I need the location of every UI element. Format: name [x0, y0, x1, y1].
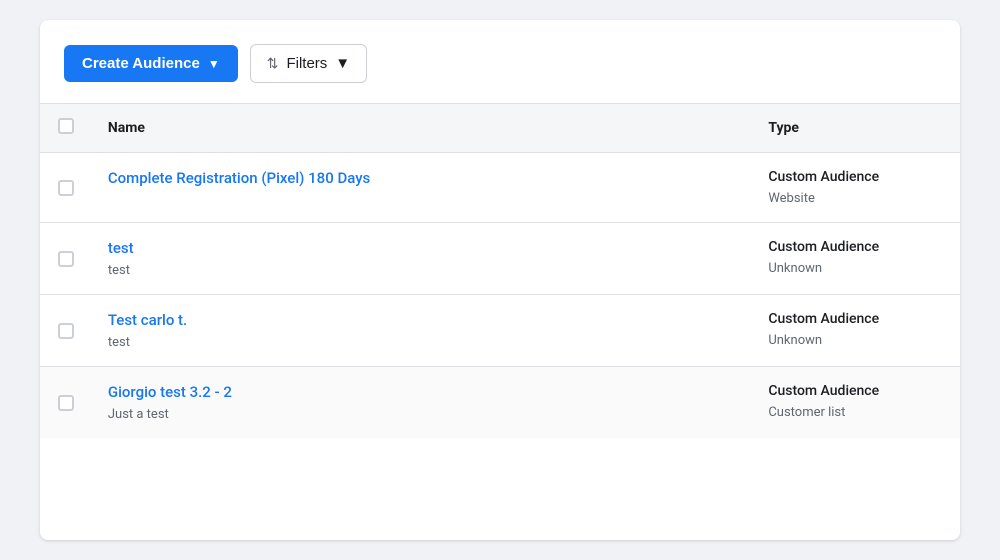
- row-name-primary[interactable]: Test carlo t.: [108, 311, 736, 329]
- audience-table: Name Type Complete Registration (Pixel) …: [40, 104, 960, 438]
- row-checkbox[interactable]: [58, 395, 74, 411]
- row-type-cell: Custom Audience Website: [752, 153, 960, 223]
- th-name: Name: [92, 104, 752, 153]
- row-name-secondary: Just a test: [108, 407, 169, 422]
- row-type-primary: Custom Audience: [768, 383, 944, 399]
- row-name-cell: Giorgio test 3.2 - 2 Just a test: [92, 367, 752, 439]
- row-checkbox[interactable]: [58, 323, 74, 339]
- row-type-secondary: Website: [768, 191, 815, 206]
- row-name-primary[interactable]: test: [108, 239, 736, 257]
- row-checkbox[interactable]: [58, 251, 74, 267]
- row-name-cell: test test: [92, 223, 752, 295]
- create-audience-label: Create Audience: [82, 55, 200, 72]
- filters-chevron-icon: ▼: [335, 55, 350, 72]
- row-name-cell: Test carlo t. test: [92, 295, 752, 367]
- chevron-down-icon: ▼: [208, 57, 220, 71]
- row-name-primary[interactable]: Giorgio test 3.2 - 2: [108, 383, 736, 401]
- row-checkbox-cell: [40, 295, 92, 367]
- row-name-primary[interactable]: Complete Registration (Pixel) 180 Days: [108, 169, 736, 187]
- table-row: Complete Registration (Pixel) 180 Days C…: [40, 153, 960, 223]
- table-container: Name Type Complete Registration (Pixel) …: [40, 103, 960, 438]
- table-row: Giorgio test 3.2 - 2 Just a test Custom …: [40, 367, 960, 439]
- table-row: test test Custom Audience Unknown: [40, 223, 960, 295]
- row-type-cell: Custom Audience Customer list: [752, 367, 960, 439]
- row-checkbox-cell: [40, 223, 92, 295]
- filters-button[interactable]: ⇅ Filters ▼: [250, 44, 367, 83]
- filter-icon: ⇅: [267, 55, 279, 72]
- row-type-primary: Custom Audience: [768, 169, 944, 185]
- filters-label: Filters: [286, 55, 327, 72]
- row-name-secondary: test: [108, 263, 130, 278]
- row-checkbox-cell: [40, 367, 92, 439]
- row-type-secondary: Unknown: [768, 333, 822, 348]
- table-row: Test carlo t. test Custom Audience Unkno…: [40, 295, 960, 367]
- row-checkbox-cell: [40, 153, 92, 223]
- row-checkbox[interactable]: [58, 180, 74, 196]
- row-type-secondary: Customer list: [768, 405, 845, 420]
- column-header-name: Name: [108, 120, 145, 136]
- column-header-type: Type: [768, 120, 799, 136]
- row-type-cell: Custom Audience Unknown: [752, 223, 960, 295]
- row-name-cell: Complete Registration (Pixel) 180 Days: [92, 153, 752, 223]
- create-audience-button[interactable]: Create Audience ▼: [64, 45, 238, 82]
- toolbar: Create Audience ▼ ⇅ Filters ▼: [40, 44, 960, 103]
- row-type-primary: Custom Audience: [768, 311, 944, 327]
- select-all-checkbox[interactable]: [58, 118, 74, 134]
- row-name-secondary: test: [108, 335, 130, 350]
- row-type-cell: Custom Audience Unknown: [752, 295, 960, 367]
- main-content: Create Audience ▼ ⇅ Filters ▼ Name: [40, 20, 960, 540]
- table-header-row: Name Type: [40, 104, 960, 153]
- row-type-secondary: Unknown: [768, 261, 822, 276]
- row-type-primary: Custom Audience: [768, 239, 944, 255]
- th-type: Type: [752, 104, 960, 153]
- page-wrapper: Create Audience ▼ ⇅ Filters ▼ Name: [0, 0, 1000, 560]
- th-checkbox: [40, 104, 92, 153]
